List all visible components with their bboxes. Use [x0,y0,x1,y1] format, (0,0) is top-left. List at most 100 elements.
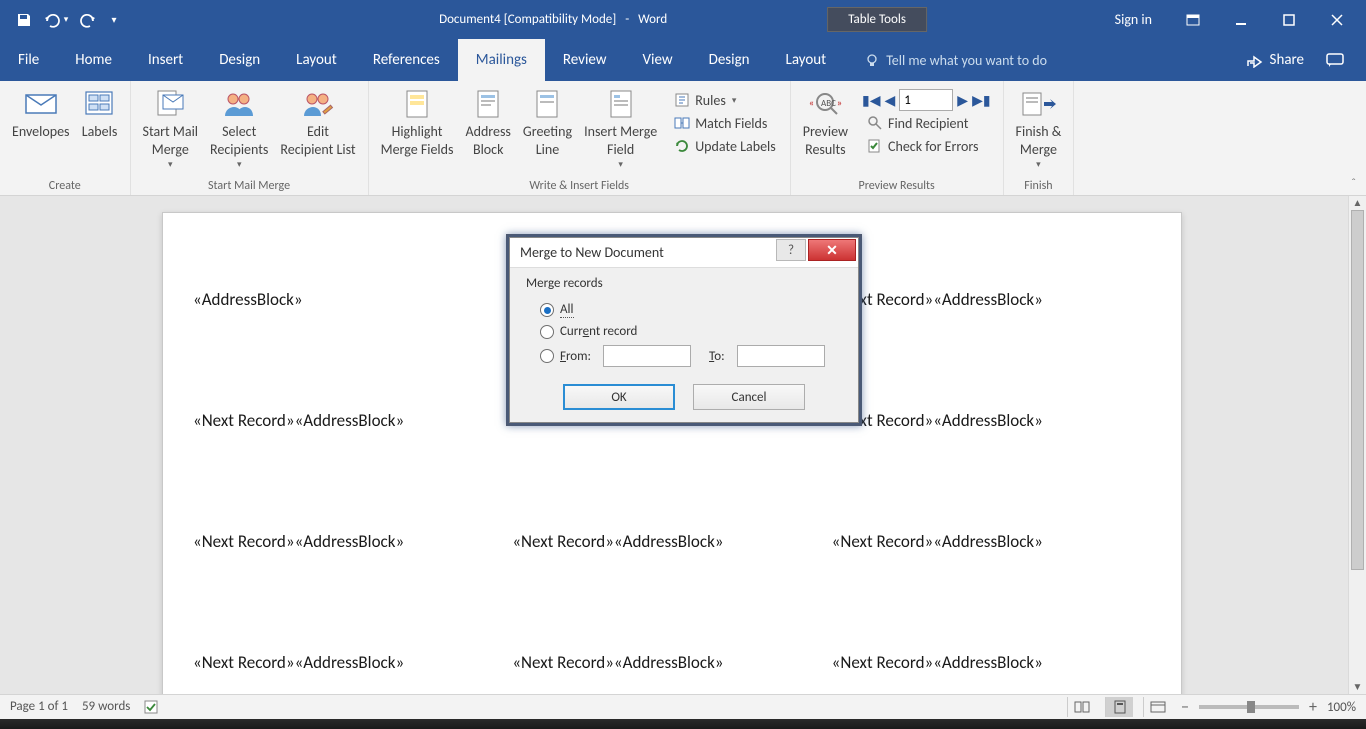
close-icon[interactable] [1314,6,1360,34]
dialog-titlebar: Merge to New Document ? ✕ [510,238,858,268]
tab-review[interactable]: Review [545,39,625,81]
radio-current-record[interactable]: Current record [526,321,842,342]
prev-record-icon[interactable]: ◀ [885,92,896,109]
ribbon-display-options-icon[interactable] [1170,6,1216,34]
zoom-in-icon[interactable]: + [1309,698,1317,717]
merge-field: «AddressBlock» [193,289,512,310]
finish-merge-icon [1020,87,1056,121]
rules-button[interactable]: Rules▾ [669,89,780,111]
read-mode-icon[interactable] [1067,697,1095,717]
select-recipients-button[interactable]: Select Recipients▾ [204,85,274,173]
app-name: Word [638,12,667,27]
greeting-line-button[interactable]: Greeting Line [517,85,578,161]
highlight-icon [399,87,435,121]
record-index-input[interactable] [899,89,953,111]
spelling-icon[interactable] [144,699,162,715]
address-block-button[interactable]: Address Block [459,85,516,161]
zoom-out-icon[interactable]: − [1181,698,1189,717]
envelope-icon [23,87,59,121]
window-title: Document4 [Compatibility Mode] - Word Ta… [439,7,927,32]
redo-icon[interactable] [74,6,102,34]
record-navigation: ▮◀ ◀ ▶ ▶▮ [862,89,991,111]
last-record-icon[interactable]: ▶▮ [972,92,990,109]
zoom-level[interactable]: 100% [1327,700,1356,715]
tab-insert[interactable]: Insert [130,39,201,81]
update-labels-button[interactable]: Update Labels [669,135,780,157]
tab-references[interactable]: References [355,39,458,81]
tab-mailings[interactable]: Mailings [458,39,545,81]
svg-text:»: » [837,96,842,109]
tab-table-layout[interactable]: Layout [768,39,845,81]
sign-in-link[interactable]: Sign in [1115,11,1152,28]
web-layout-icon[interactable] [1143,697,1171,717]
tell-me-search[interactable]: Tell me what you want to do [844,39,1047,81]
collapse-ribbon-icon[interactable]: ˆ [1351,177,1356,191]
match-fields-button[interactable]: Match Fields [669,112,780,134]
finish-merge-button[interactable]: Finish & Merge▾ [1010,85,1068,173]
svg-text:ABC: ABC [821,98,836,109]
check-errors-button[interactable]: Check for Errors [862,135,991,157]
preview-icon: «ABC» [807,87,843,121]
dialog-help-icon[interactable]: ? [776,239,806,261]
dialog-close-icon[interactable]: ✕ [808,239,856,261]
update-labels-icon [673,137,691,155]
first-record-icon[interactable]: ▮◀ [862,92,880,109]
ribbon-group-start-mail-merge: Start Mail Merge▾ Select Recipients▾ Edi… [131,81,369,195]
scrollbar-thumb[interactable] [1351,210,1364,570]
minimize-icon[interactable] [1218,6,1264,34]
cancel-button[interactable]: Cancel [693,384,805,410]
tab-design[interactable]: Design [201,39,278,81]
status-page[interactable]: Page 1 of 1 [10,699,68,715]
merge-field: «Next Record»«AddressBlock» [193,531,512,552]
dialog-title: Merge to New Document [520,244,664,261]
scroll-up-icon[interactable]: ▲ [1349,196,1366,210]
to-input[interactable] [737,345,825,367]
tab-table-design[interactable]: Design [691,39,768,81]
tab-file[interactable]: File [0,39,57,81]
highlight-merge-fields-button[interactable]: Highlight Merge Fields [375,85,460,161]
next-record-icon[interactable]: ▶ [957,92,968,109]
envelopes-button[interactable]: Envelopes [6,85,76,143]
print-layout-icon[interactable] [1105,697,1133,717]
tab-view[interactable]: View [625,39,691,81]
radio-icon[interactable] [540,349,554,363]
ribbon-group-finish: Finish & Merge▾ Finish [1004,81,1075,195]
status-words[interactable]: 59 words [82,699,130,715]
merge-field: «Next Record»«AddressBlock» [512,531,831,552]
merge-to-new-document-dialog: Merge to New Document ? ✕ Merge records … [509,237,859,423]
tab-layout[interactable]: Layout [278,39,355,81]
radio-icon[interactable] [540,303,554,317]
zoom-slider[interactable] [1199,705,1299,709]
labels-icon [82,87,118,121]
preview-results-button[interactable]: «ABC» Preview Results [797,85,854,161]
radio-icon[interactable] [540,325,554,339]
share-button[interactable]: Share [1246,51,1304,69]
rules-icon [673,91,691,109]
ok-button[interactable]: OK [563,384,675,410]
lightbulb-icon [864,52,880,68]
find-recipient-button[interactable]: Find Recipient [862,112,991,134]
match-fields-icon [673,114,691,132]
save-icon[interactable] [10,6,38,34]
tab-home[interactable]: Home [57,39,130,81]
radio-all[interactable]: All [526,299,842,321]
ribbon-tabs: File Home Insert Design Layout Reference… [0,39,1366,81]
start-mail-merge-button[interactable]: Start Mail Merge▾ [137,85,205,173]
from-input[interactable] [603,345,691,367]
comments-icon[interactable] [1326,52,1344,68]
radio-from-to[interactable]: From: To: [526,342,842,370]
zoom-slider-knob[interactable] [1247,701,1255,713]
recipients-icon [221,87,257,121]
merge-field: «Next Record»«AddressBlock» [512,652,831,673]
vertical-scrollbar[interactable]: ▲ ▼ [1348,196,1366,694]
labels-button[interactable]: Labels [76,85,124,143]
edit-recipient-list-button[interactable]: Edit Recipient List [274,85,361,161]
maximize-icon[interactable] [1266,6,1312,34]
qat-customize-icon[interactable]: ▾ [106,6,122,34]
quick-access-toolbar: ▾ ▾ [0,6,122,34]
undo-icon[interactable]: ▾ [42,6,70,34]
insert-merge-field-button[interactable]: Insert Merge Field▾ [578,85,663,173]
ribbon-group-create: Envelopes Labels Create [0,81,131,195]
scroll-down-icon[interactable]: ▼ [1349,680,1366,694]
ribbon-group-preview-results: «ABC» Preview Results ▮◀ ◀ ▶ ▶▮ Find Rec… [791,81,1004,195]
